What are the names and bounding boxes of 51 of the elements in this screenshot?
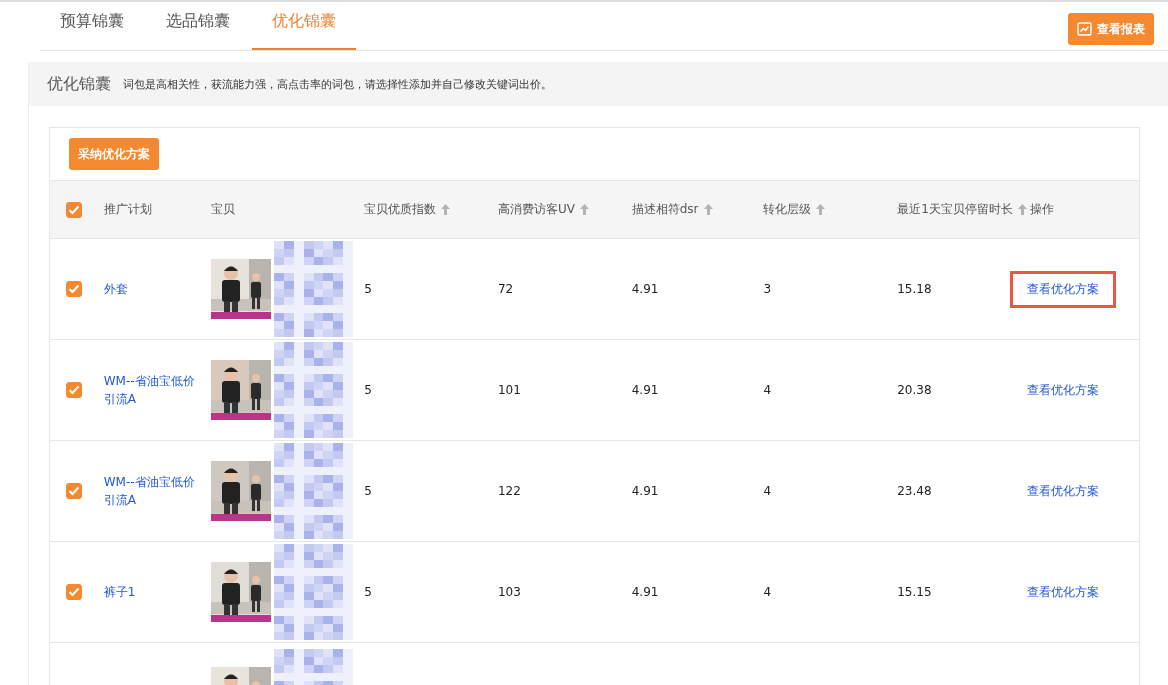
column-header[interactable]: 转化层级 bbox=[763, 201, 826, 218]
checkbox[interactable] bbox=[66, 584, 82, 600]
table-cell: 5 bbox=[364, 282, 372, 296]
plan-link[interactable]: 外套 bbox=[103, 280, 200, 298]
tab[interactable]: 预算锦囊 bbox=[40, 2, 144, 50]
chart-icon bbox=[1077, 22, 1092, 36]
table-cell: 20.38 bbox=[897, 383, 932, 397]
view-plan-link[interactable]: 查看优化方案 bbox=[1010, 472, 1116, 510]
column-header[interactable]: 操作 bbox=[1030, 201, 1054, 218]
sort-arrow-icon bbox=[579, 204, 589, 215]
table-cell: 23.48 bbox=[897, 484, 932, 498]
table-cell: 15.15 bbox=[897, 585, 932, 599]
banner-title: 优化锦囊 bbox=[47, 73, 111, 95]
plan-link[interactable]: WM--省油宝低价引流A bbox=[103, 372, 200, 408]
tab[interactable]: 选品锦囊 bbox=[146, 2, 250, 50]
table-cell: 4 bbox=[763, 585, 772, 599]
table-cell: 5 bbox=[364, 484, 372, 498]
table-cell: 4.91 bbox=[631, 484, 659, 498]
sort-arrow-icon bbox=[816, 204, 826, 215]
checkbox[interactable] bbox=[66, 483, 82, 499]
sort-arrow-icon bbox=[703, 204, 713, 215]
table-cell: 122 bbox=[497, 484, 521, 498]
column-header[interactable]: 宝贝 bbox=[210, 201, 235, 218]
view-plan-link[interactable]: 查看优化方案 bbox=[1010, 270, 1116, 308]
checkbox[interactable] bbox=[66, 382, 82, 398]
sort-arrow-icon bbox=[1017, 204, 1027, 215]
banner-description: 词包是高相关性，获流能力强，高点击率的词包，请选择性添加并自己修改关键词出价。 bbox=[123, 76, 552, 92]
table-cell: 4.91 bbox=[631, 585, 659, 599]
table-cell: 103 bbox=[497, 585, 521, 599]
column-header[interactable]: 高消费访客UV bbox=[497, 201, 589, 218]
table-cell: 4 bbox=[763, 383, 772, 397]
column-header[interactable]: 描述相符dsr bbox=[631, 201, 713, 218]
column-header[interactable]: 推广计划 bbox=[103, 201, 152, 218]
table-cell: 3 bbox=[763, 282, 772, 296]
plan-link[interactable]: 裤子1 bbox=[103, 583, 200, 601]
table-cell: 4.91 bbox=[631, 383, 659, 397]
table-cell: 4 bbox=[763, 484, 772, 498]
sort-arrow-icon bbox=[441, 204, 451, 215]
checkbox[interactable] bbox=[66, 201, 82, 218]
column-header[interactable]: 最近1天宝贝停留时长 bbox=[897, 201, 1027, 218]
table-cell: 5 bbox=[364, 383, 372, 397]
table-cell: 101 bbox=[497, 383, 521, 397]
view-plan-link[interactable]: 查看优化方案 bbox=[1010, 573, 1116, 611]
checkbox[interactable] bbox=[66, 281, 82, 297]
column-header[interactable]: 宝贝优质指数 bbox=[364, 201, 451, 218]
table-cell: 15.18 bbox=[897, 282, 932, 296]
view-plan-link[interactable]: 查看优化方案 bbox=[1010, 371, 1116, 409]
table-cell: 5 bbox=[364, 585, 372, 599]
table-cell: 4.91 bbox=[631, 282, 659, 296]
plan-link[interactable]: WM--省油宝低价引流A bbox=[103, 473, 200, 509]
table-cell: 72 bbox=[497, 282, 514, 296]
